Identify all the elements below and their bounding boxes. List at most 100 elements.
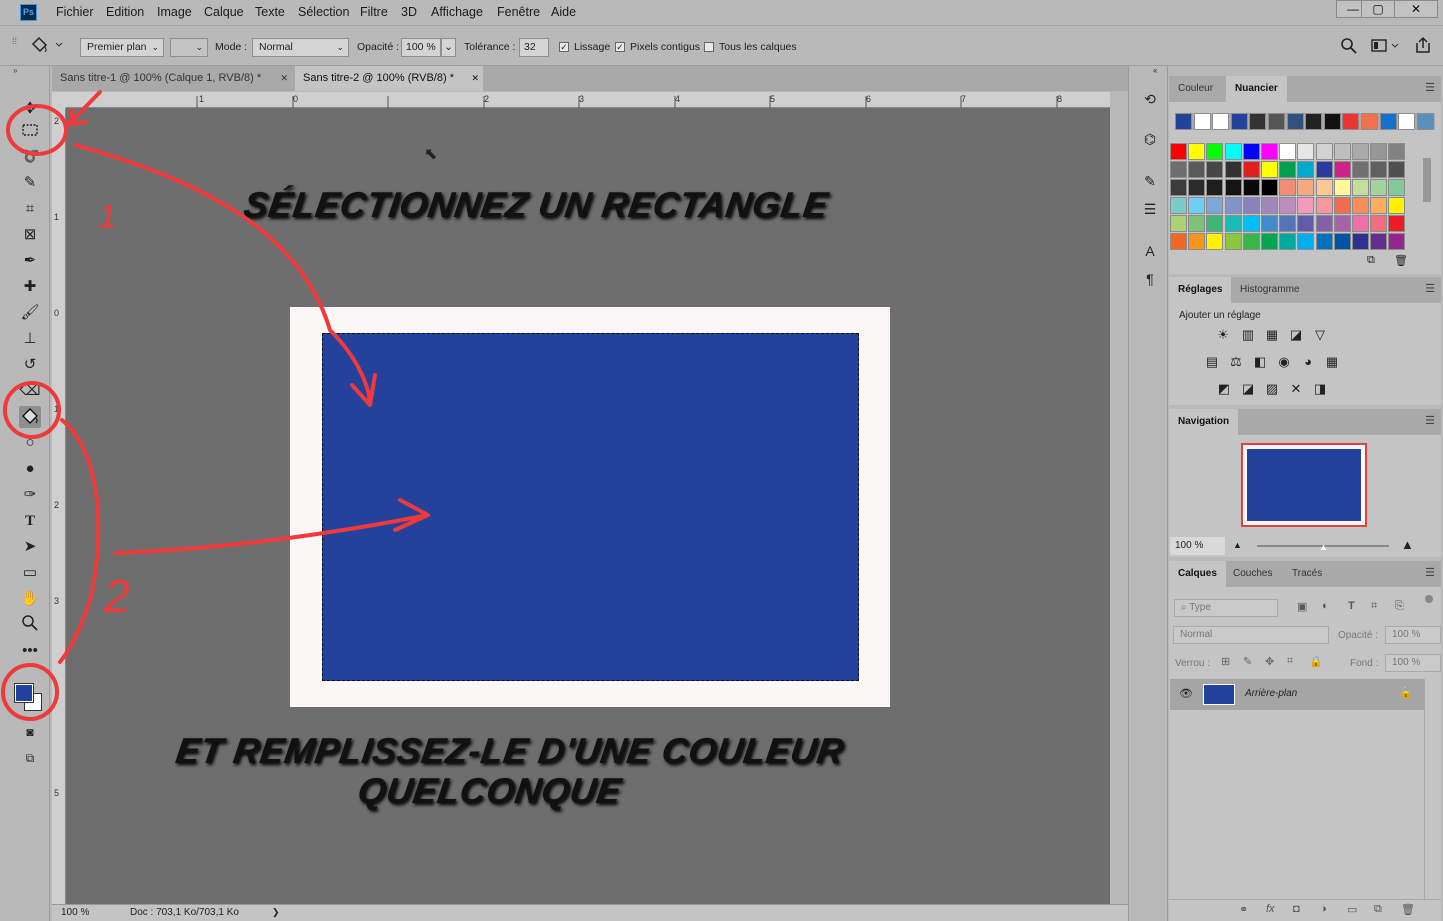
color-swatch[interactable] xyxy=(1206,143,1224,160)
posterize-icon[interactable]: ◪ xyxy=(1240,382,1256,396)
recent-swatch[interactable] xyxy=(1416,113,1434,130)
color-swatch[interactable] xyxy=(1333,179,1351,196)
frame-tool-icon[interactable]: ⊠ xyxy=(19,224,41,246)
photo-filter-icon[interactable]: ◉ xyxy=(1276,355,1292,369)
recent-swatch[interactable] xyxy=(1212,113,1230,130)
color-swatch[interactable] xyxy=(1188,161,1206,178)
healing-brush-tool-icon[interactable]: ✚ xyxy=(19,276,41,298)
new-swatch-icon[interactable]: ⧉ xyxy=(1367,254,1375,267)
dodge-tool-icon[interactable]: ● xyxy=(19,458,41,480)
color-swatch[interactable] xyxy=(1297,179,1315,196)
color-swatch[interactable] xyxy=(1188,143,1206,160)
color-swatch[interactable] xyxy=(1224,197,1242,214)
color-swatch[interactable] xyxy=(1224,233,1242,250)
color-swatch[interactable] xyxy=(1352,143,1369,160)
color-swatch[interactable] xyxy=(1170,143,1187,160)
selective-color-icon[interactable]: ✕ xyxy=(1288,382,1304,396)
color-swatch[interactable] xyxy=(1352,179,1369,196)
color-swatch[interactable] xyxy=(1388,143,1406,160)
opacity-input[interactable]: 100 % xyxy=(401,38,441,57)
color-swatch[interactable] xyxy=(1261,197,1278,214)
menu-calque[interactable]: Calque xyxy=(204,5,244,19)
filled-selection-rectangle[interactable] xyxy=(322,333,859,681)
menu-fenetre[interactable]: Fenêtre xyxy=(497,5,540,19)
recent-swatch[interactable] xyxy=(1268,113,1285,130)
color-swatch[interactable] xyxy=(1297,215,1315,232)
filter-smart-icon[interactable]: ⎘ xyxy=(1395,600,1404,613)
filter-adjust-icon[interactable]: ◐ xyxy=(1322,600,1329,612)
foreground-color-swatch[interactable] xyxy=(14,683,34,703)
vibrance-icon[interactable]: ▽ xyxy=(1312,328,1328,342)
color-swatch[interactable] xyxy=(1206,233,1224,250)
blend-mode-select[interactable]: Normal xyxy=(1173,626,1329,644)
history-icon[interactable]: ⟲ xyxy=(1141,90,1159,108)
tab-document-1[interactable]: Sans titre-1 @ 100% (Calque 1, RVB/8) * … xyxy=(52,66,292,91)
color-swatch[interactable] xyxy=(1224,215,1242,232)
color-swatch[interactable] xyxy=(1261,179,1278,196)
menu-selection[interactable]: Sélection xyxy=(298,5,349,19)
color-swatch[interactable] xyxy=(1242,215,1260,232)
panel-menu-icon[interactable]: ☰ xyxy=(1425,414,1435,427)
layer-mask-icon[interactable]: ◘ xyxy=(1293,903,1300,915)
document-page[interactable] xyxy=(290,307,890,707)
pattern-select[interactable]: ⌄ xyxy=(170,38,208,57)
color-swatch[interactable] xyxy=(1206,215,1224,232)
new-group-icon[interactable]: ▭ xyxy=(1347,903,1357,916)
invert-icon[interactable]: ◩ xyxy=(1216,382,1232,396)
color-swatch[interactable] xyxy=(1370,161,1388,178)
layer-opacity-input[interactable]: 100 % xyxy=(1385,626,1441,644)
color-swatch[interactable] xyxy=(1333,161,1351,178)
recent-swatch[interactable] xyxy=(1342,113,1360,130)
new-layer-icon[interactable]: ⧉ xyxy=(1374,903,1382,916)
color-swatch[interactable] xyxy=(1370,233,1388,250)
zoom-in-icon[interactable]: ▲ xyxy=(1401,537,1414,552)
color-swatch[interactable] xyxy=(1297,197,1315,214)
filter-type-icon[interactable]: T xyxy=(1348,600,1355,612)
color-swatch[interactable] xyxy=(1224,161,1242,178)
color-swatch[interactable] xyxy=(1370,197,1388,214)
character-icon[interactable]: A xyxy=(1141,242,1159,260)
recent-swatch[interactable] xyxy=(1398,113,1416,130)
lock-transparency-icon[interactable]: ⊞ xyxy=(1221,655,1230,668)
color-swatch[interactable] xyxy=(1206,179,1224,196)
layer-fill-input[interactable]: 100 % xyxy=(1385,654,1441,672)
all-layers-checkbox[interactable] xyxy=(704,42,714,52)
recent-swatch[interactable] xyxy=(1230,113,1248,130)
color-swatch[interactable] xyxy=(1279,179,1297,196)
color-swatch[interactable] xyxy=(1370,215,1388,232)
threshold-icon[interactable]: ▨ xyxy=(1264,382,1280,396)
color-swatch[interactable] xyxy=(1297,143,1315,160)
trash-icon[interactable]: 🗑 xyxy=(1394,254,1408,267)
color-swatch[interactable] xyxy=(1352,215,1369,232)
mode-select[interactable]: Normal ⌄ xyxy=(252,38,349,57)
lock-pixels-icon[interactable]: ✎ xyxy=(1243,655,1252,668)
tab-close-icon[interactable]: ✕ xyxy=(471,66,479,91)
menu-affichage[interactable]: Affichage xyxy=(431,5,483,19)
color-swatch[interactable] xyxy=(1188,197,1206,214)
tab-calques[interactable]: Calques xyxy=(1169,561,1226,587)
pen-tool-icon[interactable]: ✑ xyxy=(19,484,41,506)
color-swatch[interactable] xyxy=(1224,179,1242,196)
color-swatch[interactable] xyxy=(1297,233,1315,250)
levels-icon[interactable]: ▥ xyxy=(1240,328,1256,342)
move-tool-icon[interactable]: ✥ xyxy=(19,98,41,120)
restore-button[interactable]: ▢ xyxy=(1361,0,1395,18)
lasso-tool-icon[interactable]: ➰ xyxy=(19,146,41,168)
lock-all-icon[interactable]: 🔒 xyxy=(1309,655,1323,668)
color-swatch[interactable] xyxy=(1333,143,1351,160)
color-swatch[interactable] xyxy=(1297,161,1315,178)
collapse-icon[interactable]: » xyxy=(13,66,17,75)
fill-source-select[interactable]: Premier plan ⌄ xyxy=(80,38,164,57)
menu-edition[interactable]: Edition xyxy=(106,5,144,19)
zoom-tool-icon[interactable] xyxy=(19,614,41,636)
zoom-out-icon[interactable]: ▲ xyxy=(1233,540,1242,550)
panel-menu-icon[interactable]: ☰ xyxy=(1425,81,1435,94)
search-icon[interactable] xyxy=(1340,37,1358,59)
color-swatch[interactable] xyxy=(1170,215,1187,232)
share-icon[interactable] xyxy=(1414,36,1432,57)
properties-icon[interactable]: ☰ xyxy=(1141,200,1159,218)
rectangular-marquee-tool-icon[interactable] xyxy=(19,120,41,142)
new-adjustment-icon[interactable]: ◑ xyxy=(1320,903,1327,915)
color-swatch[interactable] xyxy=(1188,233,1206,250)
opacity-dropdown[interactable]: ⌄ xyxy=(441,38,456,57)
